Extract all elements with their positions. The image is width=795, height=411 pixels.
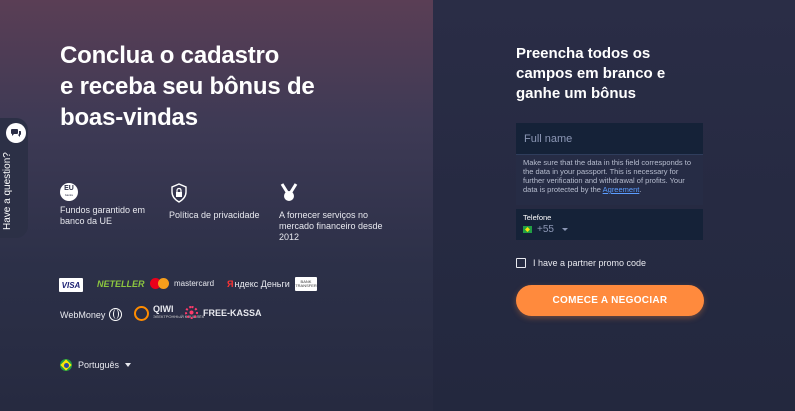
form-title-line-2: campos em branco e	[516, 65, 666, 82]
eu-badge-bottom: banks	[64, 193, 73, 197]
headline-line-3: boas-vindas	[60, 104, 198, 131]
free-kassa-logo: FREE-KASSA	[185, 306, 262, 319]
feature-privacy: Política de privacidade	[169, 183, 269, 221]
form-title-line-1: Preencha todos os	[516, 45, 651, 62]
language-selector[interactable]: Português	[60, 359, 132, 371]
yandex-text: ндекс Деньги	[234, 279, 290, 289]
chevron-down-icon[interactable]	[125, 363, 132, 367]
page-headline: Conclua o cadastro e receba seu bônus de…	[60, 40, 380, 133]
eu-bank-icon: EU banks	[60, 183, 78, 201]
shield-lock-icon	[171, 183, 187, 203]
yandex-money-logo: Яндекс Деньги	[227, 279, 290, 289]
promo-code-label[interactable]: I have a partner promo code	[533, 258, 646, 268]
chevron-down-icon[interactable]	[561, 228, 568, 231]
full-name-input[interactable]	[516, 123, 703, 155]
bank-transfer-logo: BANK TRANSFER	[295, 277, 317, 291]
feature-since-2012-text: A fornecer serviços no mercado financeir…	[279, 210, 383, 242]
phone-country-select[interactable]: +55	[523, 224, 696, 235]
mastercard-orange-circle-icon	[158, 278, 169, 289]
promo-code-option[interactable]: I have a partner promo code	[516, 258, 646, 268]
form-title: Preencha todos os campos em branco e gan…	[516, 44, 716, 104]
start-trading-button[interactable]: COMECE A NEGOCIAR	[516, 285, 704, 316]
promo-code-checkbox[interactable]	[516, 258, 526, 268]
qiwi-icon	[134, 305, 149, 321]
phone-label: Telefone	[523, 213, 552, 222]
phone-field[interactable]: Telefone +55	[516, 209, 703, 240]
have-a-question-label[interactable]: Have a question?	[2, 120, 13, 230]
medal-icon	[280, 183, 298, 201]
feature-privacy-text: Política de privacidade	[169, 210, 260, 220]
webmoney-text: WebMoney	[60, 309, 106, 320]
free-kassa-text: FREE-KASSA	[203, 307, 262, 318]
bank-line-2: TRANSFER	[295, 283, 317, 288]
webmoney-logo: WebMoney	[60, 308, 123, 321]
feature-eu-funds-text: Fundos garantido em banco da UE	[60, 205, 146, 226]
mastercard-logo: mastercard	[150, 278, 214, 289]
feature-since-2012: A fornecer serviços no mercado financeir…	[279, 183, 389, 243]
headline-line-1: Conclua o cadastro	[60, 42, 280, 69]
yandex-mark: Я	[227, 279, 234, 289]
hint-end: .	[639, 185, 642, 194]
agreement-link[interactable]: Agreement	[603, 185, 640, 194]
full-name-hint: Make sure that the data in this field co…	[516, 155, 703, 205]
visa-logo: VISA	[59, 278, 83, 292]
feature-eu-funds: EU banks Fundos garantido em banco da UE	[60, 183, 160, 227]
brazil-flag-icon	[523, 226, 532, 233]
headline-line-2: e receba seu bônus de	[60, 73, 315, 100]
free-kassa-icon	[185, 306, 198, 319]
mastercard-text: mastercard	[174, 279, 215, 288]
globe-icon	[109, 308, 123, 321]
form-title-line-3: ganhe um bônus	[516, 85, 636, 102]
brazil-flag-icon	[60, 359, 72, 371]
phone-country-code[interactable]: +55	[537, 224, 554, 235]
language-label[interactable]: Português	[78, 360, 119, 370]
neteller-logo: NETELLER	[97, 279, 145, 289]
